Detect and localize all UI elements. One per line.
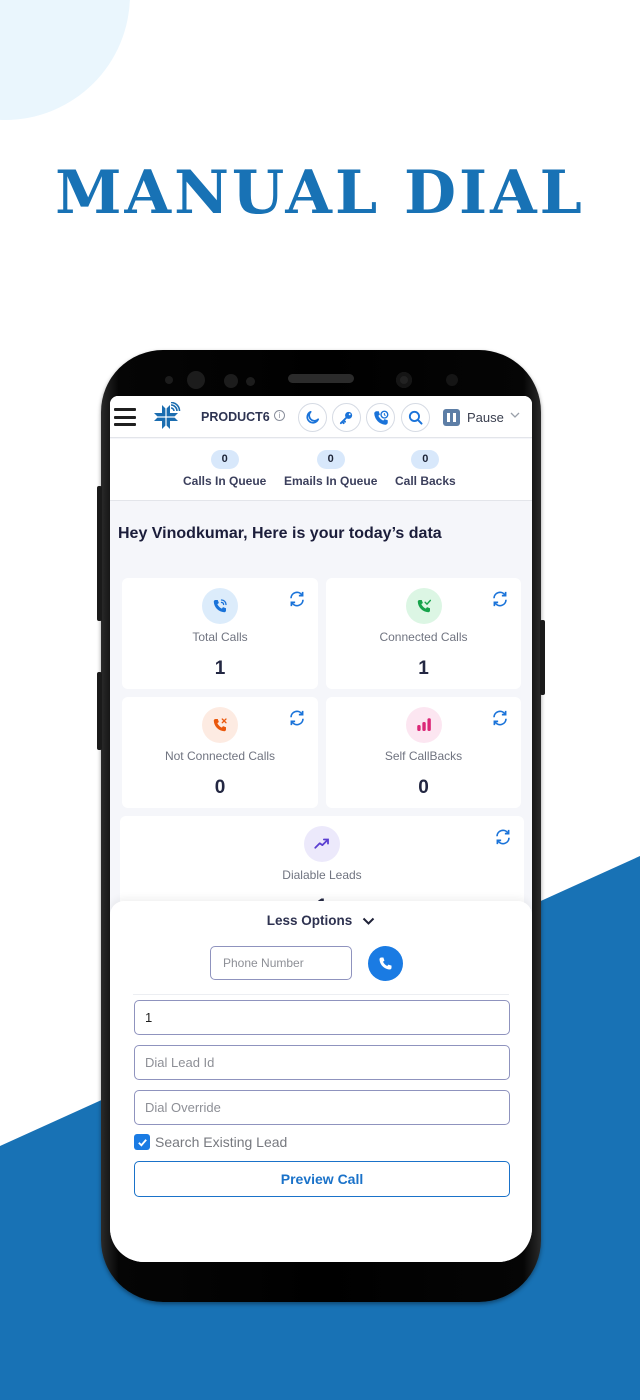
refresh-icon[interactable]	[491, 709, 509, 727]
sensor-dot	[446, 374, 458, 386]
trend-up-icon	[304, 826, 340, 862]
stat-value: 0	[418, 777, 429, 798]
stat-card-total-calls: Total Calls 1	[122, 578, 318, 689]
dial-field-1[interactable]	[134, 1000, 510, 1035]
queue-count: 0	[411, 450, 440, 469]
dial-lead-id-input[interactable]	[134, 1045, 510, 1080]
less-options-toggle[interactable]: Less Options	[110, 913, 532, 928]
stat-card-connected-calls: Connected Calls 1	[326, 578, 521, 689]
key-icon	[339, 411, 353, 425]
pause-icon[interactable]	[443, 409, 460, 426]
less-options-label: Less Options	[266, 913, 353, 928]
phone-ringing-icon	[202, 588, 238, 624]
search-existing-lead-checkbox[interactable]: Search Existing Lead	[134, 1134, 287, 1150]
status-dropdown[interactable]: Pause	[467, 410, 504, 425]
power-button	[540, 620, 545, 695]
phone-x-icon	[202, 707, 238, 743]
chevron-down-icon[interactable]	[510, 410, 520, 420]
queue-count: 0	[316, 450, 345, 469]
headline: MANUAL DIAL	[55, 158, 585, 228]
phone-number-input[interactable]	[210, 946, 352, 980]
queue-label: Call Backs	[395, 474, 456, 488]
stat-label: Total Calls	[192, 630, 248, 644]
stat-label: Dialable Leads	[282, 868, 362, 882]
refresh-icon[interactable]	[494, 828, 512, 846]
info-icon[interactable]: i	[274, 410, 285, 421]
app-screen: PRODUCT6 i Pause 0 Calls In Queue 0 Emai…	[110, 396, 532, 1262]
greeting-heading: Hey Vinodkumar, Here is your today’s dat…	[118, 525, 442, 542]
hamburger-icon[interactable]	[114, 408, 136, 426]
refresh-icon[interactable]	[491, 590, 509, 608]
queue-summary: 0 Calls In Queue 0 Emails In Queue 0 Cal…	[110, 439, 532, 501]
queue-callbacks[interactable]: 0 Call Backs	[395, 449, 456, 488]
stat-label: Self CallBacks	[384, 749, 463, 763]
sensor-dot	[224, 374, 238, 388]
queue-count: 0	[210, 450, 239, 469]
moon-icon	[306, 410, 320, 424]
volume-button	[97, 486, 102, 621]
bixby-button	[97, 672, 102, 750]
dial-call-button[interactable]	[368, 946, 403, 981]
stat-label: Connected Calls	[379, 630, 468, 644]
queue-calls[interactable]: 0 Calls In Queue	[183, 449, 266, 488]
manual-dial-sheet: Less Options Search Existing Lead Previe…	[110, 901, 532, 1262]
refresh-icon[interactable]	[288, 709, 306, 727]
theme-toggle-button[interactable]	[298, 403, 327, 432]
iris-scanner	[187, 371, 205, 389]
app-logo-icon	[154, 402, 181, 429]
stat-card-self-callbacks: Self CallBacks 0	[326, 697, 521, 808]
earpiece-speaker	[288, 374, 354, 383]
stat-value: 1	[214, 658, 226, 679]
stat-value: 1	[418, 658, 429, 679]
key-button[interactable]	[332, 403, 361, 432]
checkbox-checked-icon[interactable]	[134, 1134, 150, 1150]
bar-chart-icon	[405, 707, 442, 743]
stat-card-not-connected-calls: Not Connected Calls 0	[122, 697, 318, 808]
preview-call-button[interactable]: Preview Call	[134, 1161, 510, 1197]
app-header: PRODUCT6 i Pause	[110, 396, 532, 438]
stat-label: Not Connected Calls	[164, 749, 276, 763]
phone-clock-icon	[373, 410, 388, 425]
product-name: PRODUCT6	[201, 410, 270, 424]
queue-emails[interactable]: 0 Emails In Queue	[284, 449, 377, 488]
phone-frame: PRODUCT6 i Pause 0 Calls In Queue 0 Emai…	[97, 350, 545, 1302]
queue-label: Emails In Queue	[284, 474, 378, 488]
call-history-button[interactable]	[366, 403, 395, 432]
chevron-down-icon	[363, 917, 375, 925]
sensor-dot	[165, 376, 173, 384]
divider	[133, 994, 509, 995]
dial-override-input[interactable]	[134, 1090, 510, 1125]
phone-check-icon	[405, 588, 442, 624]
stat-value: 0	[214, 777, 226, 798]
search-button[interactable]	[401, 403, 430, 432]
checkbox-label: Search Existing Lead	[155, 1134, 288, 1150]
phone-icon	[379, 957, 392, 970]
search-icon	[408, 410, 423, 425]
sensor-dot	[246, 377, 255, 386]
queue-label: Calls In Queue	[183, 474, 267, 488]
refresh-icon[interactable]	[288, 590, 306, 608]
front-camera	[396, 372, 412, 388]
